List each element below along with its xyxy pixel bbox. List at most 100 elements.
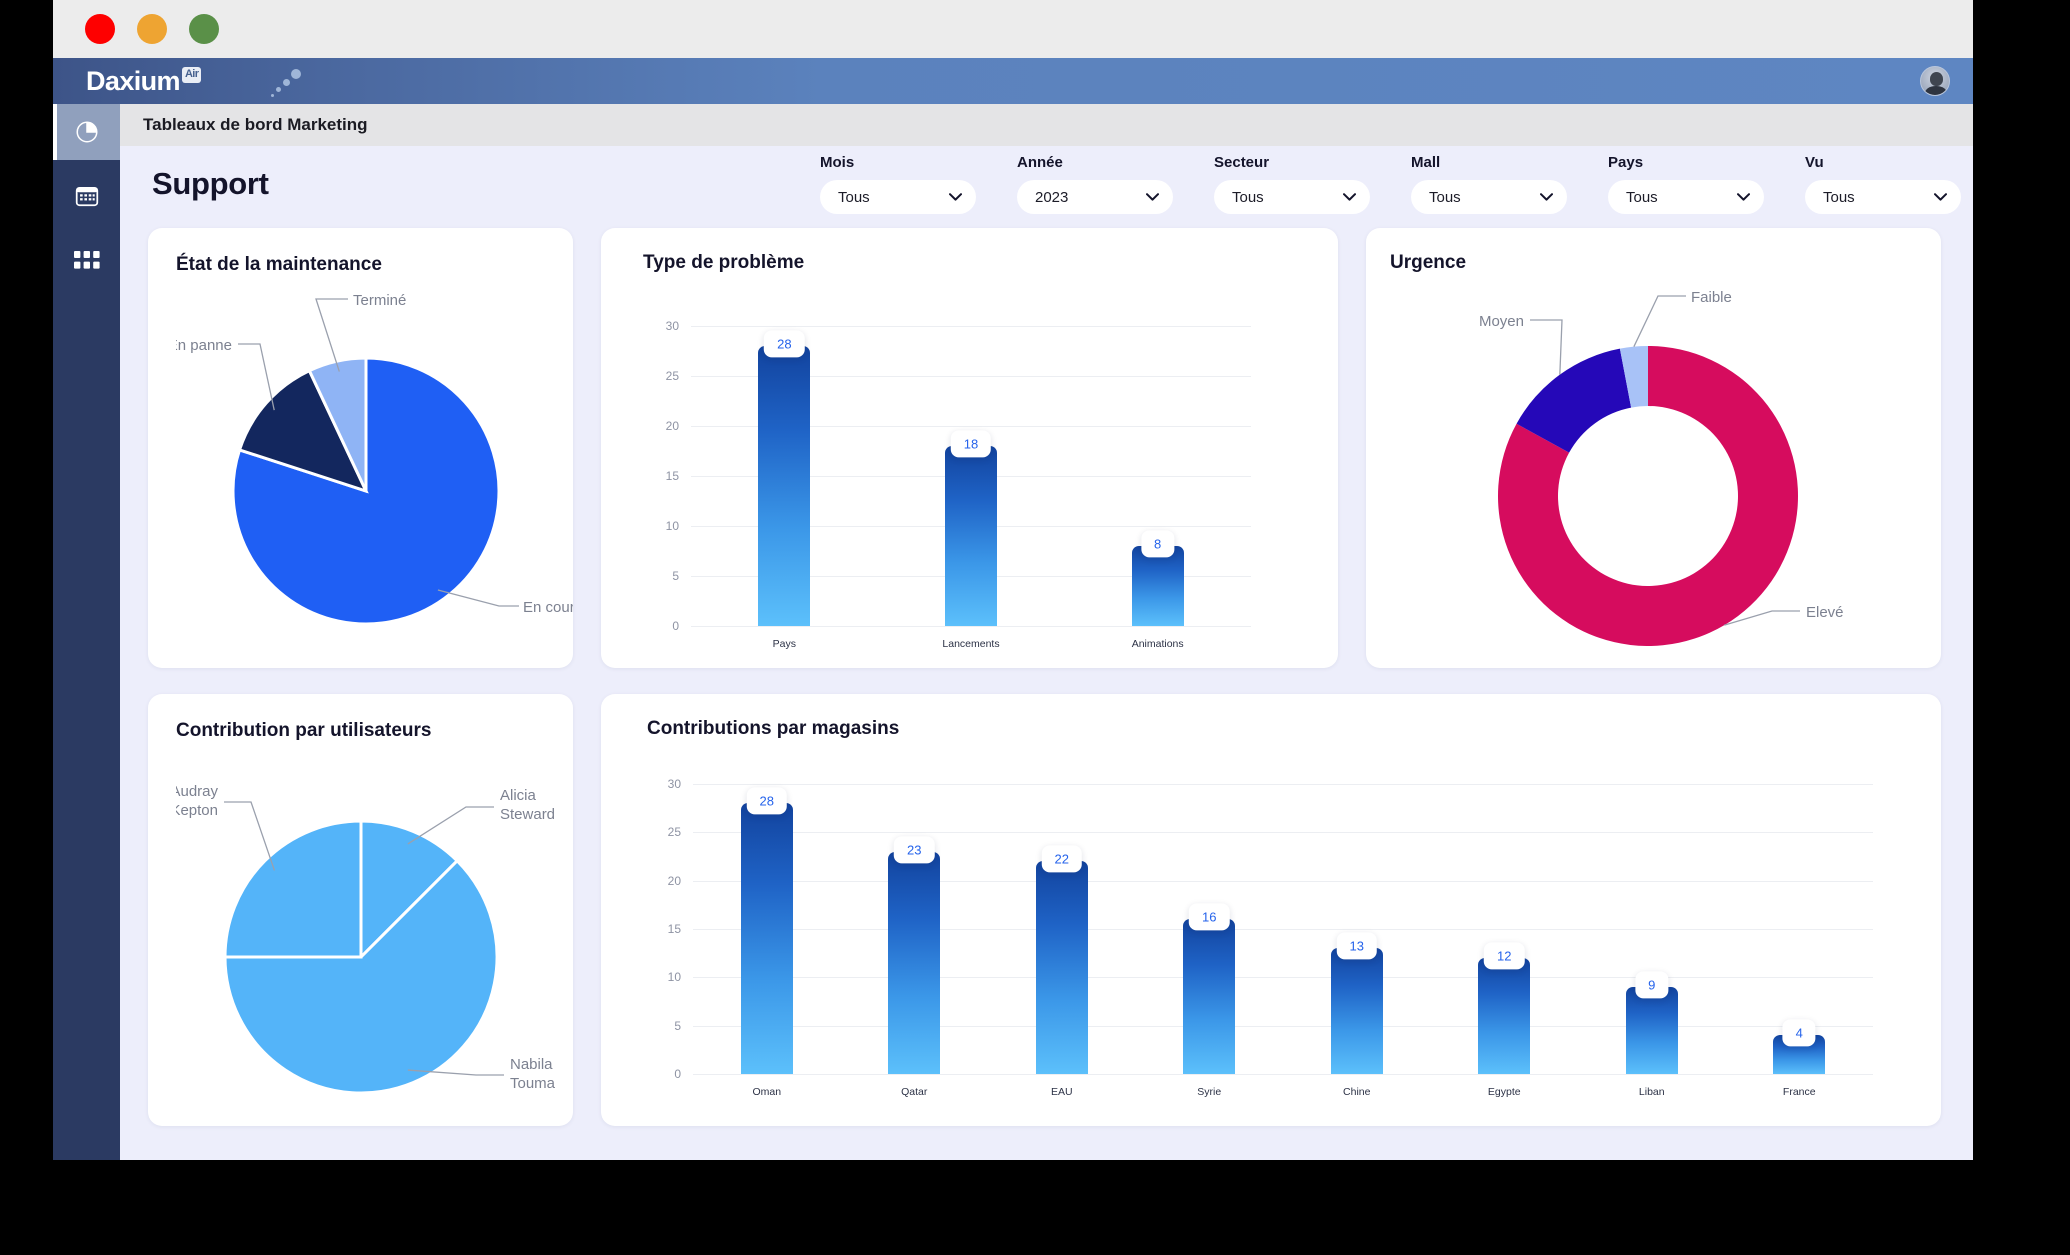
app-logo[interactable]: Daxium Air [86,66,202,97]
bar-value-badge: 12 [1484,942,1525,970]
chart-contribution-utilisateurs[interactable]: Alicia Steward Nabila Touma Audray Kepton [170,742,573,1114]
bar-column[interactable]: 8 Animations [1064,326,1251,650]
sidebar-item-calendar[interactable] [53,168,120,224]
bar[interactable]: 4 [1773,1019,1826,1074]
bar[interactable]: 12 [1478,942,1531,1074]
bar[interactable]: 22 [1035,845,1088,1074]
select-value-mois: Tous [838,188,870,206]
logo-dots-decoration [269,66,309,97]
grid-apps-icon [73,251,100,269]
bar-value-badge: 18 [950,430,992,458]
select-secteur[interactable]: Tous [1214,180,1370,214]
pie-chart-icon [74,119,100,145]
select-value-secteur: Tous [1232,188,1264,206]
sidebar-item-dashboards[interactable] [53,104,120,160]
card-title-etat-maintenance: État de la maintenance [176,254,382,275]
filter-label-secteur: Secteur [1214,154,1270,171]
x-axis-tick-label: Syrie [1197,1086,1222,1098]
bar-column[interactable]: 9 Liban [1578,784,1726,1098]
dashboard-row-2: Contribution par utilisateurs Alicia Stew… [148,694,1941,1126]
chart-etat-maintenance[interactable]: En cours En panne Terminé [168,276,582,656]
window-controls [85,14,219,44]
filter-label-pays: Pays [1608,154,1644,171]
y-axis-tick-label: 10 [667,970,681,985]
pie-slice-label: Elevé [1806,604,1844,621]
browser-window: Daxium Air Tableaux de bord Marketing Su… [53,0,1973,1160]
card-title-type-probleme: Type de problème [643,252,805,273]
filter-bar: Support Mois Tous Année 2023 Secteur Tou… [120,146,1973,222]
filter-label-mall: Mall [1411,154,1441,171]
app-body: Tableaux de bord Marketing Support Mois … [53,104,1973,1160]
select-vu[interactable]: Tous [1805,180,1961,214]
bar-value-badge: 13 [1336,932,1377,960]
close-window-button[interactable] [85,14,115,44]
pie-slice-label: Kepton [176,802,218,819]
chart-urgence[interactable]: Elevé Moyen Faible [1390,274,1941,659]
chevron-down-icon [1737,193,1750,201]
bar-column[interactable]: 28 Pays [691,326,878,650]
card-type-probleme: Type de problème 30 25 20 15 10 5 0 28 Pays 18 Lan… [601,228,1338,668]
bar-column[interactable]: 18 Lancements [878,326,1065,650]
card-contribution-utilisateurs: Contribution par utilisateurs Alicia Stew… [148,694,573,1126]
bar[interactable]: 23 [888,836,941,1074]
select-value-annee: 2023 [1035,188,1069,206]
filter-mall: Mall Tous [1411,154,1608,214]
select-value-mall: Tous [1429,188,1461,206]
pie-slice-label: Terminé [353,292,406,309]
minimize-window-button[interactable] [137,14,167,44]
bar-column[interactable]: 22 EAU [988,784,1136,1098]
chart-type-probleme[interactable]: 30 25 20 15 10 5 0 28 Pays 18 Lancements 8 Animation… [666,319,1251,650]
pie-slice[interactable] [223,819,363,959]
pie-slice-label: En cours [523,599,573,616]
maximize-window-button[interactable] [189,14,219,44]
bar-column[interactable]: 13 Chine [1283,784,1431,1098]
chart-contributions-magasins[interactable]: 30 25 20 15 10 5 0 28 Oman 23 Qatar 22 EAU 16 Syrie 13 C… [668,777,1874,1098]
bar[interactable]: 9 [1625,971,1678,1074]
pie-slice-label: Moyen [1479,313,1524,330]
select-mall[interactable]: Tous [1411,180,1567,214]
filters-group: Mois Tous Année 2023 Secteur Tous Mall T… [820,154,1973,214]
select-pays[interactable]: Tous [1608,180,1764,214]
bar-column[interactable]: 28 Oman [693,784,841,1098]
window-titlebar [53,0,1973,58]
bar[interactable]: 13 [1330,932,1383,1074]
dashboard-row-1: État de la maintenance En cours En panne T… [148,228,1941,668]
bar-column[interactable]: 23 Qatar [841,784,989,1098]
filter-mois: Mois Tous [820,154,1017,214]
x-axis-tick-label: Pays [772,638,796,650]
sidebar-item-apps[interactable] [53,232,120,288]
breadcrumb-bar: Tableaux de bord Marketing [120,104,1973,146]
pie-slice-label: Audray [176,783,218,800]
y-axis-tick-label: 25 [667,825,681,840]
y-axis-tick-label: 20 [667,873,681,888]
app-header: Daxium Air [53,58,1973,104]
chevron-down-icon [1146,193,1159,201]
bar[interactable]: 8 [1131,530,1184,626]
avatar[interactable] [1920,66,1950,96]
bar[interactable]: 18 [945,430,997,626]
bar[interactable]: 28 [740,787,793,1074]
calendar-icon [74,183,100,209]
chevron-down-icon [1343,193,1356,201]
filter-annee: Année 2023 [1017,154,1214,214]
y-axis-tick-label: 5 [672,569,679,583]
page-title: Support [152,166,269,201]
select-mois[interactable]: Tous [820,180,976,214]
y-axis-tick-label: 20 [665,419,679,433]
x-axis-tick-label: Oman [752,1086,782,1098]
pie-slice-label: En panne [176,337,232,354]
leader-line [1633,295,1686,347]
bar[interactable]: 28 [758,330,811,626]
y-axis-tick-label: 30 [665,319,679,333]
bar-column[interactable]: 4 France [1726,784,1874,1098]
y-axis-tick-label: 5 [674,1018,681,1033]
x-axis-tick-label: EAU [1050,1086,1073,1098]
bar-column[interactable]: 12 Egypte [1431,784,1579,1098]
bar-value-badge: 4 [1782,1019,1816,1047]
bar-value-badge: 9 [1635,971,1669,999]
filter-label-mois: Mois [820,154,855,171]
filter-label-annee: Année [1017,154,1063,171]
select-annee[interactable]: 2023 [1017,180,1173,214]
bar-column[interactable]: 16 Syrie [1136,784,1284,1098]
bar[interactable]: 16 [1183,903,1236,1074]
